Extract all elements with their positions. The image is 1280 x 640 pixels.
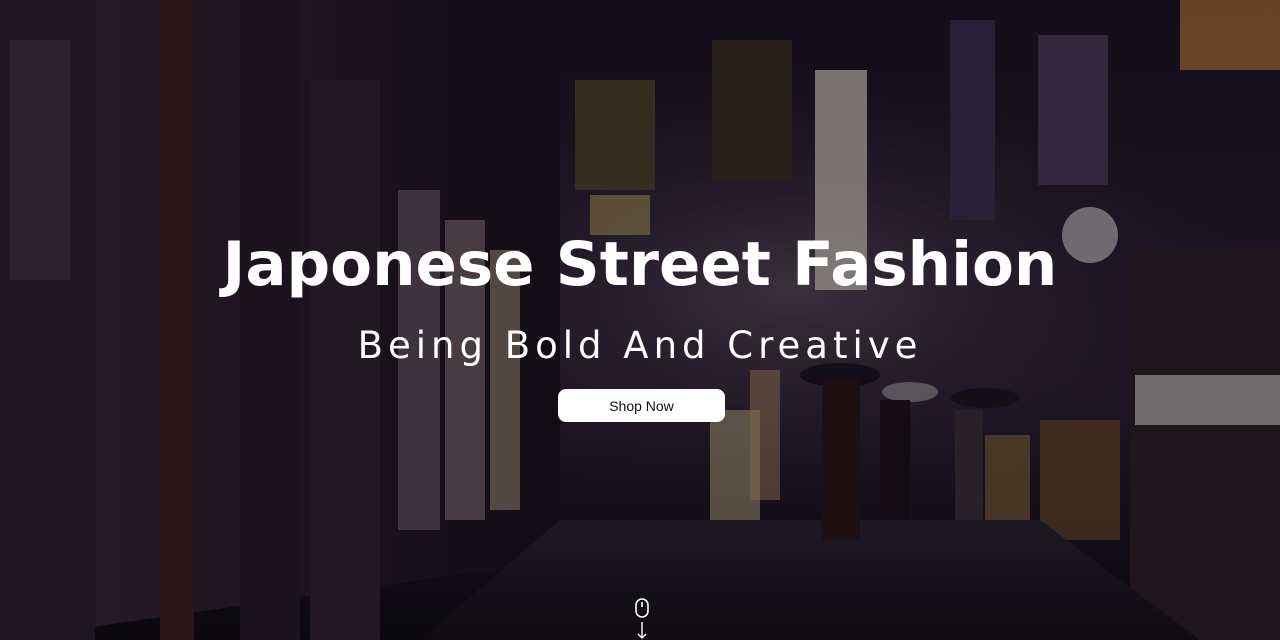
shop-now-button[interactable]: Shop Now: [558, 389, 725, 422]
hero-section: Japonese Street Fashion Being Bold And C…: [0, 0, 1280, 640]
hero-content: Japonese Street Fashion Being Bold And C…: [0, 0, 1280, 640]
mouse-scroll-down-icon[interactable]: [630, 598, 654, 640]
hero-subtitle: Being Bold And Creative: [357, 324, 923, 367]
hero-title: Japonese Street Fashion: [222, 229, 1058, 300]
